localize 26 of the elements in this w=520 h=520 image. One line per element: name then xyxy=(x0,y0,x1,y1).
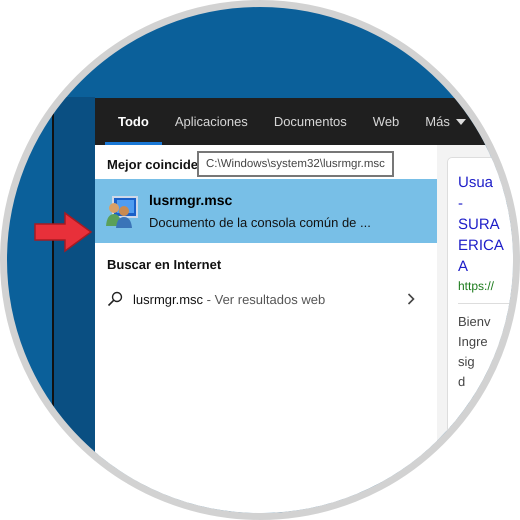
result-title-line[interactable]: SURA xyxy=(458,214,500,235)
path-tooltip: C:\Windows\system32\lusrmgr.msc xyxy=(197,151,394,177)
web-result-item[interactable]: lusrmgr.msc - Ver resultados web xyxy=(95,279,437,319)
section-heading: Buscar en Internet xyxy=(106,256,222,274)
result-title-line[interactable]: Usua xyxy=(458,172,494,193)
result-description: Documento de la consola común de ... xyxy=(149,215,371,230)
caret-icon xyxy=(456,118,466,124)
result-title-line[interactable]: - xyxy=(458,193,463,214)
tab[interactable]: Aplicaciones xyxy=(162,98,261,145)
tab[interactable]: Web xyxy=(360,98,412,145)
more-menu[interactable]: Más xyxy=(412,98,479,145)
result-title: lusrmgr.msc xyxy=(149,192,232,208)
snippet-line: Bienv xyxy=(458,313,491,331)
web-query: lusrmgr.msc - Ver resultados web xyxy=(133,292,326,306)
result-title-line[interactable]: ERICA xyxy=(458,235,504,256)
arrow-icon xyxy=(33,211,93,253)
search-icon xyxy=(107,291,123,307)
result-url: https:// xyxy=(458,279,494,293)
result-item[interactable]: lusrmgr.msc Documento de la consola común de ... xyxy=(95,179,437,243)
snippet-line: Ingre xyxy=(458,333,488,351)
result-title-line[interactable]: A xyxy=(458,256,468,277)
chevron-right-icon xyxy=(407,293,415,305)
snippet-line: sig xyxy=(458,353,475,371)
tab[interactable]: Documentos xyxy=(260,98,360,145)
snippet-line: d xyxy=(458,373,466,391)
users-icon xyxy=(105,194,139,228)
